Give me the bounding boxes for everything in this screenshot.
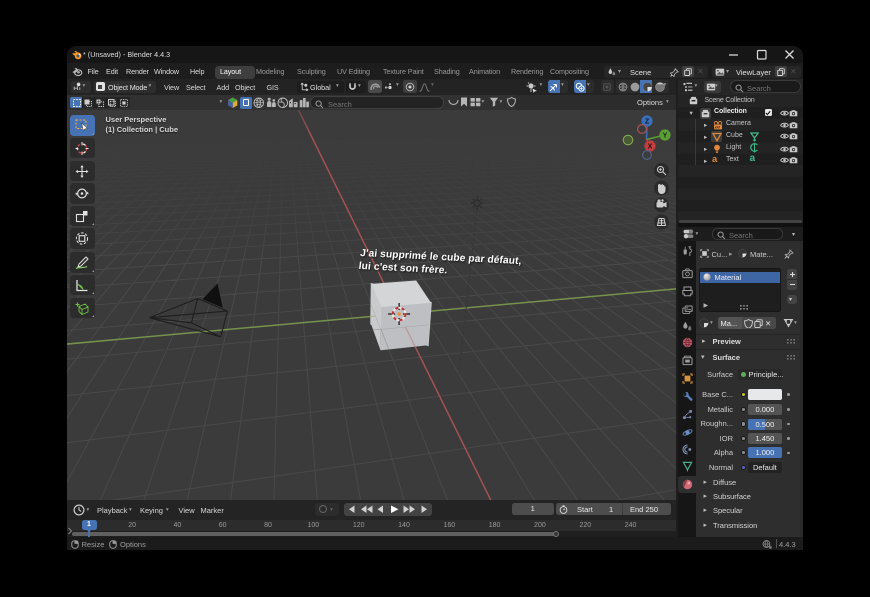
svg-text:X: X	[648, 144, 653, 151]
svg-text:Z: Z	[645, 119, 650, 126]
svg-text:Y: Y	[663, 133, 668, 140]
